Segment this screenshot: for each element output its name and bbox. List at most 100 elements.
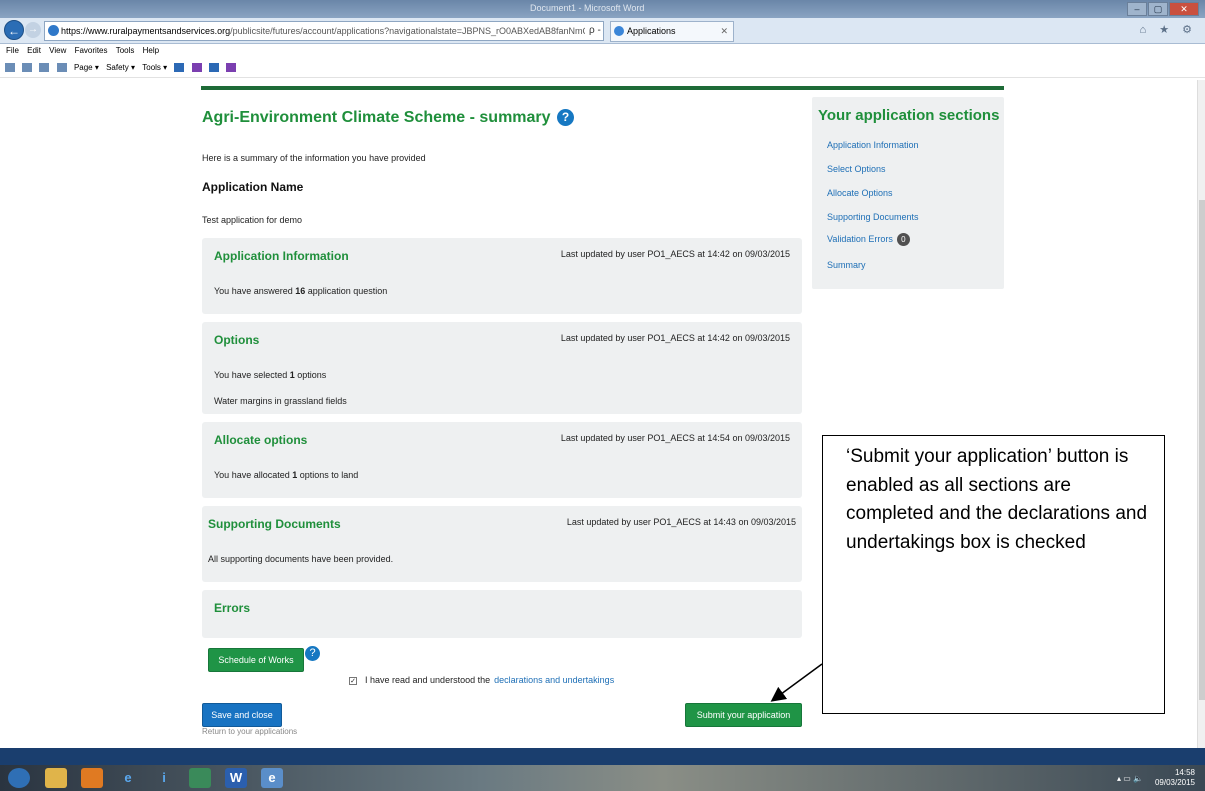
minimize-button[interactable]: –: [1127, 2, 1147, 16]
panel-summary-line: You have selected 1 options: [214, 370, 326, 380]
panel-title: Supporting Documents: [208, 517, 341, 531]
header-accent-bar: [201, 86, 1004, 90]
clock[interactable]: 14:58 09/03/2015: [1155, 768, 1195, 788]
menu-help[interactable]: Help: [143, 44, 159, 58]
panel-summary-line: All supporting documents have been provi…: [208, 554, 394, 564]
declaration-label: I have read and understood the: [365, 675, 491, 685]
word-icon[interactable]: W: [225, 768, 247, 788]
app-icon[interactable]: [189, 768, 211, 788]
internet-explorer-icon[interactable]: e: [117, 768, 139, 788]
mail-icon[interactable]: [39, 63, 50, 73]
command-page[interactable]: Page ▾: [74, 58, 99, 78]
callout-text: ‘Submit your application’ button is enab…: [846, 446, 1148, 553]
error-count-badge: 0: [896, 233, 910, 246]
screen: Document1 - Microsoft Word – ▢ ✕ ← → htt…: [0, 0, 1205, 791]
page-title-text: Agri-Environment Climate Scheme - summar…: [202, 109, 551, 126]
sidebar-item-summary[interactable]: Summary: [827, 260, 866, 270]
summary-prefix: You have allocated: [214, 470, 293, 480]
panel-options: Options Last updated by user PO1_AECS at…: [202, 322, 802, 414]
command-tools[interactable]: Tools ▾: [142, 58, 167, 78]
panel-summary-line: You have allocated 1 options to land: [214, 470, 358, 480]
declarations-link[interactable]: declarations and undertakings: [494, 675, 614, 685]
submit-application-button[interactable]: Submit your application: [685, 703, 802, 727]
schedule-help-icon[interactable]: ?: [305, 646, 320, 661]
info-icon[interactable]: i: [153, 768, 175, 788]
site-icon: [48, 25, 59, 36]
menu-favorites[interactable]: Favorites: [75, 44, 108, 58]
window-controls: – ▢ ✕: [1127, 2, 1199, 16]
home-favorites-settings-icons[interactable]: ⌂ ★ ⚙: [1140, 23, 1197, 36]
url-path: /publicsite/futures/account/applications…: [230, 26, 604, 36]
menu-edit[interactable]: Edit: [27, 44, 41, 58]
panel-summary-line: You have answered 16 application questio…: [214, 286, 387, 296]
close-window-button[interactable]: ✕: [1169, 2, 1199, 16]
back-button[interactable]: ←: [4, 20, 24, 40]
help-icon[interactable]: ?: [557, 109, 574, 126]
home-icon[interactable]: [5, 63, 15, 73]
feeds-icon[interactable]: [22, 63, 33, 73]
sidebar-item-select-options[interactable]: Select Options: [827, 164, 886, 174]
command-safety[interactable]: Safety ▾: [106, 58, 135, 78]
panel-allocate-options: Allocate options Last updated by user PO…: [202, 422, 802, 498]
address-bar[interactable]: https://www.ruralpaymentsandservices.org…: [44, 21, 604, 41]
tab-title: Applications: [627, 26, 676, 36]
menu-tools[interactable]: Tools: [116, 44, 135, 58]
panel-title: Options: [214, 333, 260, 347]
application-name-value: Test application for demo: [202, 215, 303, 225]
summary-count: 16: [295, 286, 306, 296]
page-title: Agri-Environment Climate Scheme - summar…: [202, 109, 574, 127]
summary-suffix: application question: [305, 286, 388, 296]
tab-applications[interactable]: Applications ✕: [610, 21, 734, 42]
onenote-icon[interactable]: [191, 63, 202, 73]
help-menu-icon[interactable]: [174, 63, 185, 73]
sidebar-item-validation-errors[interactable]: Validation Errors 0: [827, 233, 910, 246]
explorer-icon[interactable]: [45, 768, 67, 788]
url-host: https://www.ruralpaymentsandservices.org: [61, 26, 231, 36]
menu-file[interactable]: File: [6, 44, 19, 58]
last-updated: Last updated by user PO1_AECS at 14:42 o…: [560, 249, 790, 259]
last-updated: Last updated by user PO1_AECS at 14:43 o…: [566, 517, 796, 527]
address-tools[interactable]: ρ - 🔒 C ✕: [585, 22, 603, 40]
last-updated: Last updated by user PO1_AECS at 14:54 o…: [560, 433, 790, 443]
menu-view[interactable]: View: [49, 44, 66, 58]
sidebar-item-supporting-documents[interactable]: Supporting Documents: [827, 212, 919, 222]
panel-title: Allocate options: [214, 433, 308, 447]
return-to-applications-link[interactable]: Return to your applications: [202, 727, 297, 736]
sidebar-item-application-information[interactable]: Application Information: [827, 140, 919, 150]
outlook-icon[interactable]: [81, 768, 103, 788]
tray-icons[interactable]: ▴ ▭ 🔈: [1117, 774, 1143, 783]
intro-text: Here is a summary of the information you…: [202, 153, 426, 163]
menu-bar: File Edit View Favorites Tools Help: [0, 44, 1205, 58]
selected-option: Water margins in grassland fields: [214, 396, 347, 406]
clock-date: 09/03/2015: [1154, 778, 1195, 787]
save-and-close-button[interactable]: Save and close: [202, 703, 282, 727]
declaration-checkbox[interactable]: ✓: [349, 676, 357, 685]
summary-suffix: options: [294, 370, 327, 380]
summary-suffix: options to land: [297, 470, 359, 480]
schedule-of-works-button[interactable]: Schedule of Works: [208, 648, 304, 672]
panel-supporting-documents: Supporting Documents Last updated by use…: [202, 506, 802, 582]
sidebar-item-label: Validation Errors: [827, 233, 893, 244]
sidebar-heading: Your application sections: [818, 107, 1000, 124]
page-scrollbar[interactable]: [1197, 80, 1205, 748]
application-sections-sidebar: Your application sections Application In…: [812, 97, 1004, 289]
print-icon[interactable]: [56, 63, 67, 73]
internet-explorer-active-icon[interactable]: e: [261, 768, 283, 788]
application-name-heading: Application Name: [202, 180, 304, 194]
addon-icon[interactable]: [226, 63, 237, 73]
maximize-button[interactable]: ▢: [1148, 2, 1168, 16]
panel-title: Application Information: [214, 249, 349, 263]
window-title: Document1 - Microsoft Word: [530, 3, 645, 13]
summary-prefix: You have selected: [214, 370, 290, 380]
tab-favicon-icon: [614, 26, 624, 36]
forward-button[interactable]: →: [25, 22, 41, 38]
sidebar-item-allocate-options[interactable]: Allocate Options: [827, 188, 893, 198]
start-icon[interactable]: [8, 768, 30, 788]
taskbar: e i W e ▴ ▭ 🔈 14:58 09/03/2015: [0, 765, 1205, 791]
lync-icon[interactable]: [208, 63, 219, 73]
address-row: ← → https://www.ruralpaymentsandservices…: [0, 18, 1205, 44]
tab-close-icon[interactable]: ✕: [720, 22, 728, 41]
declaration-row: ✓ I have read and understood the declarati…: [349, 675, 614, 685]
scrollbar-thumb[interactable]: [1199, 200, 1205, 700]
annotation-callout: ‘Submit your application’ button is enab…: [822, 435, 1165, 714]
